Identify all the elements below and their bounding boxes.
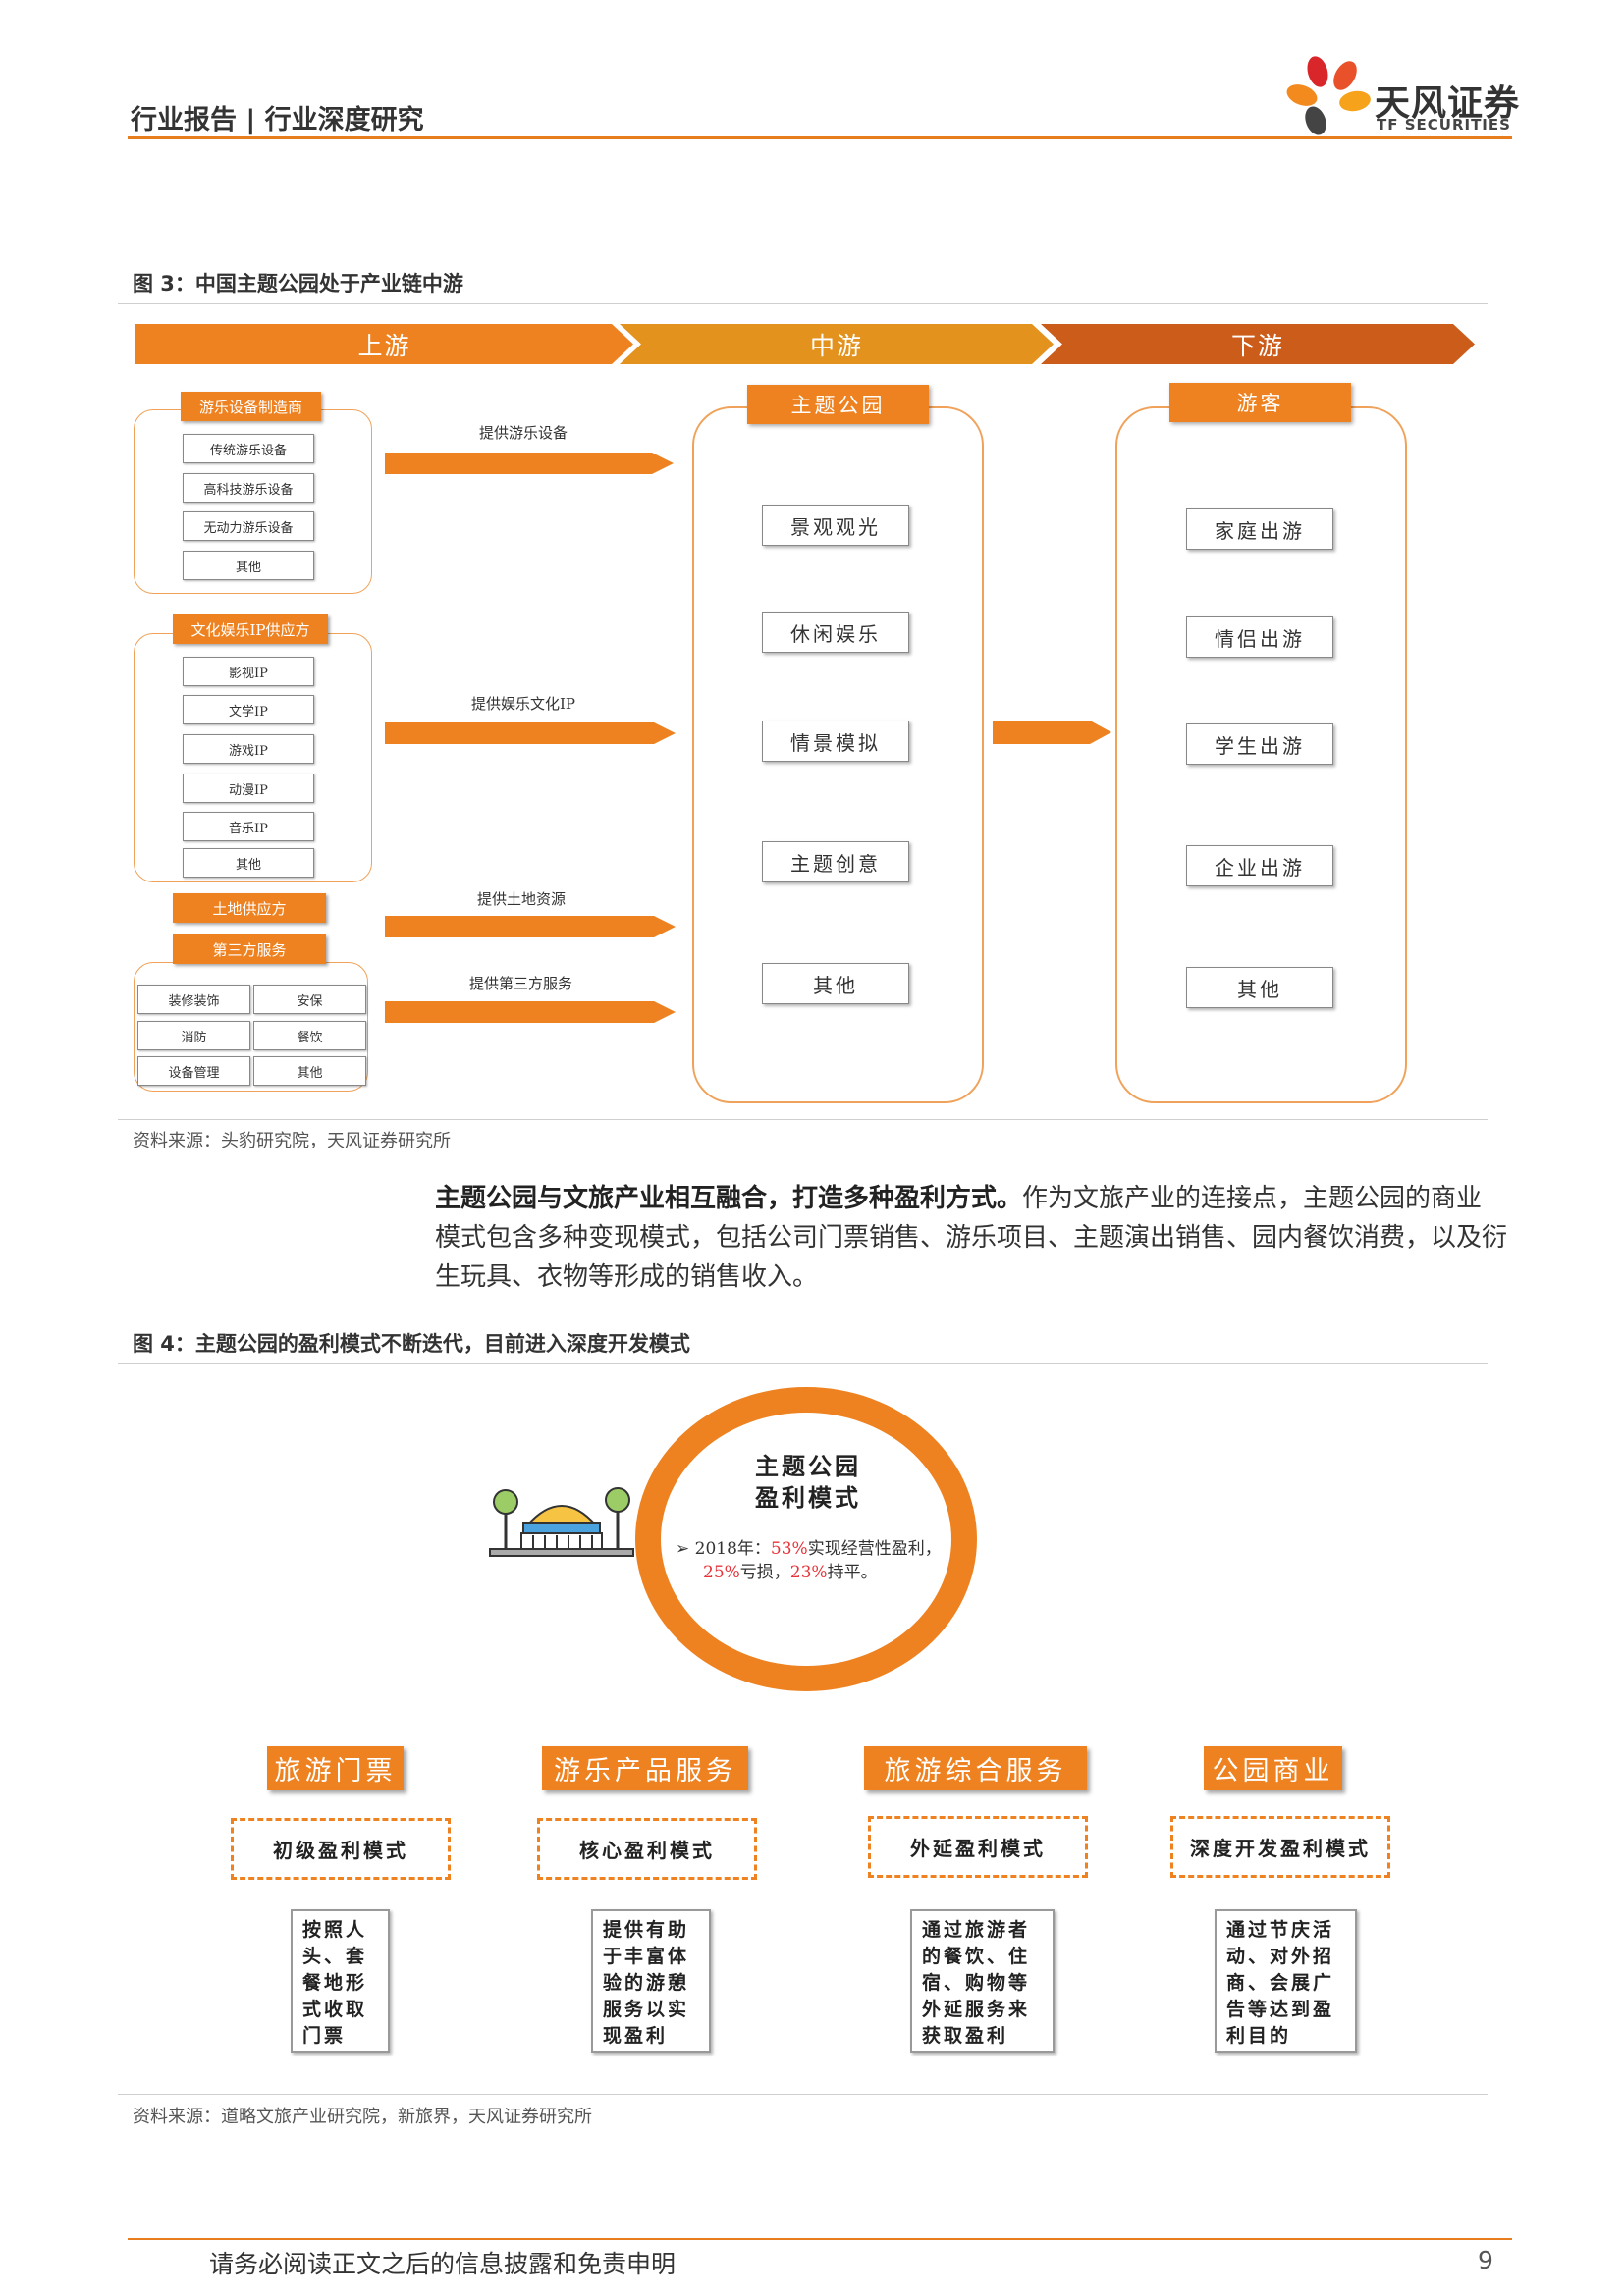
stage-label-upstream: 上游	[357, 331, 411, 360]
category-amusement: 游乐产品服务	[542, 1746, 748, 1790]
midstream-label: 主题公园	[747, 385, 929, 424]
stage-band-upstream: 上游	[135, 324, 633, 364]
footer-disclaimer: 请务必阅读正文之后的信息披露和免责申明	[209, 2250, 677, 2278]
flow-arrow-to-tourists	[993, 721, 1111, 744]
flow-label-land: 提供土地资源	[477, 890, 567, 908]
group-services-label: 第三方服务	[173, 934, 326, 964]
note-text-profitable: 实现经营性盈利，	[807, 1539, 942, 1559]
flow-arrow-equipment	[385, 453, 674, 474]
stage-label-midstream: 中游	[809, 331, 863, 360]
downstream-item: 家庭出游	[1186, 508, 1333, 550]
bullet-arrow-icon: ➢	[676, 1539, 690, 1559]
desc-tourism-services: 通过旅游者的餐饮、住宿、购物等外延服务来获取盈利	[910, 1909, 1055, 2053]
mode-extension: 外延盈利模式	[868, 1816, 1088, 1878]
ip-item: 音乐IP	[183, 812, 314, 841]
flow-label-equipment: 提供游乐设备	[479, 424, 568, 442]
category-park-commerce: 公园商业	[1204, 1746, 1342, 1790]
footer-divider	[128, 2238, 1512, 2240]
downstream-item: 学生出游	[1186, 723, 1333, 765]
mode-primary: 初级盈利模式	[231, 1818, 451, 1880]
flow-arrow-services	[385, 1001, 676, 1023]
ring-title: 主题公园 盈利模式	[754, 1451, 862, 1514]
figure-3-top-rule	[118, 303, 1488, 304]
service-item: 餐饮	[253, 1021, 366, 1050]
ip-item: 游戏IP	[183, 734, 314, 764]
flow-label-services: 提供第三方服务	[469, 975, 573, 992]
flow-arrow-land	[385, 916, 676, 937]
downstream-label: 游客	[1169, 383, 1351, 422]
figure-4-title: 图 4：主题公园的盈利模式不断迭代，目前进入深度开发模式	[133, 1332, 690, 1356]
midstream-item: 其他	[762, 963, 909, 1004]
ip-item: 影视IP	[183, 657, 314, 686]
figure-3-title: 图 3：中国主题公园处于产业链中游	[133, 272, 463, 295]
figure-4-top-rule	[118, 1363, 1488, 1364]
report-header-title: 行业报告 | 行业深度研究	[131, 105, 424, 135]
service-item: 装修装饰	[137, 985, 250, 1014]
service-item: 消防	[137, 1021, 250, 1050]
group-land-label: 土地供应方	[173, 893, 326, 923]
equipment-item: 高科技游乐设备	[183, 473, 314, 503]
group-ip-label: 文化娱乐IP供应方	[173, 614, 328, 644]
category-tickets: 旅游门票	[267, 1746, 404, 1790]
note-year: 2018年：	[694, 1539, 771, 1559]
flow-label-ip: 提供娱乐文化IP	[471, 695, 576, 713]
figure-3-source: 资料来源：头豹研究院，天风证券研究所	[133, 1131, 451, 1151]
equipment-item: 传统游乐设备	[183, 434, 314, 463]
midstream-item: 景观观光	[762, 505, 909, 546]
flow-arrow-ip	[385, 722, 676, 744]
service-item: 设备管理	[137, 1056, 250, 1086]
midstream-item: 主题创意	[762, 841, 909, 882]
stage-band-midstream: 中游	[620, 324, 1054, 364]
figure-4-bottom-rule	[118, 2094, 1488, 2095]
downstream-item: 其他	[1186, 967, 1333, 1008]
desc-park-commerce: 通过节庆活动、对外招商、会展广告等达到盈利目的	[1215, 1909, 1357, 2053]
midstream-item: 情景模拟	[762, 721, 909, 762]
theme-park-icon	[489, 1487, 634, 1557]
category-tourism-services: 旅游综合服务	[864, 1746, 1087, 1790]
body-paragraph: 主题公园与文旅产业相互融合，打造多种盈利方式。作为文旅产业的连接点，主题公园的商…	[435, 1179, 1507, 1297]
downstream-item: 企业出游	[1186, 845, 1333, 886]
tf-logo-icon	[1286, 56, 1371, 135]
logo-text-en: TF SECURITIES	[1377, 116, 1511, 133]
equipment-item: 无动力游乐设备	[183, 511, 314, 541]
note-text-breakeven: 持平。	[827, 1563, 878, 1582]
stage-label-downstream: 下游	[1230, 331, 1284, 360]
equipment-item: 其他	[183, 551, 314, 580]
note-pct-breakeven: 23%	[789, 1563, 828, 1582]
figure-4-source: 资料来源：道略文旅产业研究院，新旅界，天风证券研究所	[133, 2107, 592, 2127]
note-pct-loss: 25%	[703, 1563, 740, 1582]
figure-3-bottom-rule	[118, 1119, 1488, 1120]
service-item: 其他	[253, 1056, 366, 1086]
group-equipment-label: 游乐设备制造商	[181, 392, 321, 421]
ip-item: 文学IP	[183, 695, 314, 724]
desc-tickets: 按照人头、套餐地形式收取门票	[291, 1909, 390, 2053]
ring-title-line1: 主题公园	[755, 1452, 861, 1480]
ring-note: ➢ 2018年：53%实现经营性盈利， 25%亏损，23%持平。	[676, 1537, 970, 1584]
ring-title-line2: 盈利模式	[755, 1483, 861, 1512]
desc-amusement: 提供有助于丰富体验的游憩服务以实现盈利	[591, 1909, 711, 2053]
downstream-item: 情侣出游	[1186, 616, 1333, 658]
ip-item: 动漫IP	[183, 774, 314, 803]
note-text-loss: 亏损，	[739, 1563, 790, 1582]
paragraph-lead: 主题公园与文旅产业相互融合，打造多种盈利方式。	[435, 1184, 1023, 1213]
service-item: 安保	[253, 985, 366, 1014]
midstream-item: 休闲娱乐	[762, 612, 909, 653]
page-number: 9	[1478, 2246, 1493, 2274]
note-pct-profitable: 53%	[770, 1539, 808, 1559]
stage-band-downstream: 下游	[1041, 324, 1475, 364]
ip-item: 其他	[183, 848, 314, 878]
mode-core: 核心盈利模式	[537, 1818, 757, 1880]
mode-deep-development: 深度开发盈利模式	[1170, 1816, 1390, 1878]
